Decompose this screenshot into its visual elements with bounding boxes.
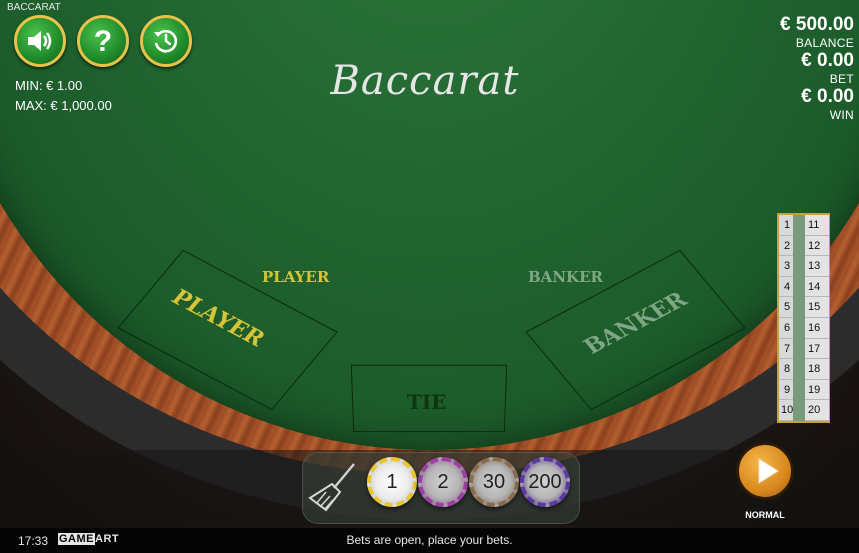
question-icon: ? — [94, 26, 112, 56]
history-cell: 12 — [805, 236, 829, 257]
history-button[interactable] — [140, 15, 192, 67]
history-cell: 15 — [805, 297, 829, 318]
chip-30[interactable]: 30 — [469, 457, 519, 507]
banker-score-label: BANKER — [528, 268, 603, 286]
history-cell: 14 — [805, 277, 829, 298]
min-limit: MIN: € 1.00 — [15, 78, 83, 93]
player-score-label: PLAYER — [262, 268, 330, 286]
help-button[interactable]: ? — [77, 15, 129, 67]
broom-icon — [308, 463, 355, 512]
speaker-icon — [28, 31, 52, 51]
history-cell: 19 — [805, 380, 829, 401]
player-zone-label: PLAYER — [165, 284, 271, 352]
table-title: Baccarat — [330, 58, 520, 104]
history-clock-icon — [154, 29, 178, 53]
svg-text:?: ? — [94, 26, 112, 56]
chip-1[interactable]: 1 — [367, 457, 417, 507]
balance-label: BALANCE — [795, 36, 854, 50]
history-cell: 16 — [805, 318, 829, 339]
balance-value: € 500.00 — [780, 14, 854, 35]
bet-value: € 0.00 — [801, 50, 854, 71]
tie-zone-label: TIE — [406, 390, 447, 414]
history-cell: 11 — [805, 215, 829, 236]
sound-button[interactable] — [14, 15, 66, 67]
max-limit: MAX: € 1,000.00 — [15, 98, 112, 113]
banker-zone-label: BANKER — [578, 287, 693, 360]
history-board: 1 2 3 4 5 6 7 8 9 10 11 12 13 14 15 16 1… — [777, 213, 830, 423]
win-label: WIN — [829, 108, 854, 122]
status-message: Bets are open, place your bets. — [346, 533, 513, 547]
history-cell: 17 — [805, 339, 829, 360]
history-cell: 20 — [805, 400, 829, 421]
play-icon — [758, 458, 779, 484]
chip-2[interactable]: 2 — [418, 457, 468, 507]
history-cell: 18 — [805, 359, 829, 380]
history-right-column: 11 12 13 14 15 16 17 18 19 20 — [805, 215, 829, 421]
balance-block: € 500.00 BALANCE € 0.00 BET € 0.00 WIN — [780, 14, 854, 122]
play-mode-label: NORMAL — [745, 510, 785, 520]
history-cell: 13 — [805, 256, 829, 277]
tie-bet-zone[interactable]: TIE — [350, 364, 508, 433]
win-value: € 0.00 — [801, 86, 854, 107]
chip-200[interactable]: 200 — [520, 457, 570, 507]
bet-label: BET — [829, 72, 854, 86]
play-button[interactable] — [736, 442, 794, 500]
clear-bets-button[interactable] — [306, 458, 362, 514]
status-bar: 17:33 GAMEART Bets are open, place your … — [0, 528, 859, 553]
game-label: BACCARAT — [7, 2, 61, 13]
